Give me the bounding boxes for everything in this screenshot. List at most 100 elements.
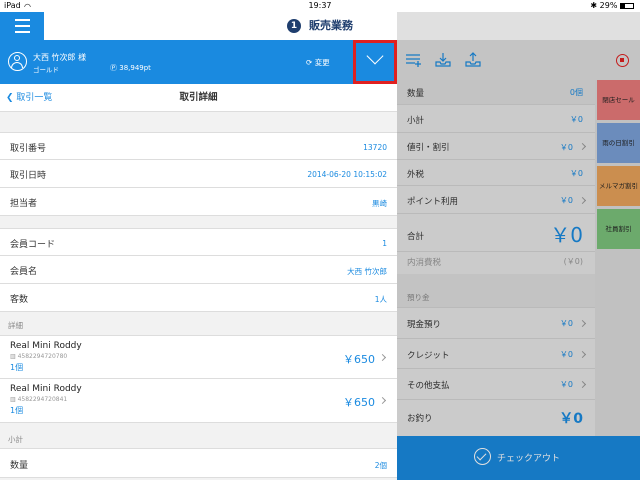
payment-label: 現金預り bbox=[407, 320, 442, 330]
summary-row-subtotal: 小計 ￥0 bbox=[397, 105, 595, 133]
change-member-button[interactable]: ⟳ 変更 bbox=[306, 57, 330, 68]
battery-status: ✱ 29% bbox=[590, 0, 634, 12]
discount-tabs: 閉店セール 雨の日割引 メルマガ割引 社員割引 bbox=[595, 80, 640, 480]
summary-label: ポイント利用 bbox=[407, 197, 459, 207]
chevron-right-icon bbox=[578, 319, 587, 328]
row-value: 黒崎 bbox=[372, 199, 387, 208]
summary-value: ￥0 bbox=[559, 196, 573, 205]
row-value: 13720 bbox=[363, 143, 387, 152]
change-label: お釣り bbox=[407, 414, 433, 424]
discount-tab-rainy-day[interactable]: 雨の日割引 bbox=[597, 123, 640, 163]
total-label: 合計 bbox=[407, 232, 425, 242]
chevron-right-icon bbox=[578, 196, 587, 205]
info-row-staff: 担当者 黒崎 bbox=[0, 188, 397, 216]
list-item[interactable]: Real Mini Roddy ▥ 4582294720841 1個 ￥650 bbox=[0, 379, 397, 423]
battery-icon bbox=[620, 3, 634, 9]
discount-tab-employee[interactable]: 社員割引 bbox=[597, 209, 640, 249]
payment-value: ￥0 bbox=[559, 319, 573, 328]
payment-value: ￥0 bbox=[559, 350, 573, 359]
payment-label: その他支払 bbox=[407, 381, 450, 391]
detail-title: 取引詳細 bbox=[179, 92, 218, 103]
info-row-transaction-number: 取引番号 13720 bbox=[0, 132, 397, 160]
payment-row-other[interactable]: その他支払 ￥0 bbox=[397, 369, 595, 400]
chevron-right-icon bbox=[378, 396, 387, 405]
info-row-member-name: 会員名 大西 竹次郎 bbox=[0, 256, 397, 284]
summary-row-change: お釣り ￥0 bbox=[397, 400, 595, 436]
info-row-member-code: 会員コード 1 bbox=[0, 228, 397, 256]
section-header-subtotal: 小計 bbox=[8, 435, 23, 444]
member-points: Ⓟ 38,949pt bbox=[110, 63, 151, 73]
page-title: 1 販売業務 bbox=[0, 12, 640, 40]
summary-label: 数量 bbox=[407, 89, 425, 99]
item-quantity: 1個 bbox=[10, 406, 24, 415]
row-value: 2個 bbox=[374, 461, 387, 470]
info-row-customer-count: 客数 1人 bbox=[0, 284, 397, 312]
total-value: ￥0 bbox=[550, 223, 583, 247]
inner-tax-value: (￥0) bbox=[563, 257, 583, 266]
info-row-transaction-datetime: 取引日時 2014-06-20 10:15:02 bbox=[0, 160, 397, 188]
deposit-section-header: 預り金 bbox=[397, 274, 595, 308]
chevron-right-icon bbox=[578, 380, 587, 389]
avatar bbox=[8, 52, 27, 71]
chevron-right-icon bbox=[378, 353, 387, 362]
row-label: 担当者 bbox=[10, 199, 38, 209]
payment-row-credit[interactable]: クレジット ￥0 bbox=[397, 339, 595, 369]
discount-tab-newsletter[interactable]: メルマガ割引 bbox=[597, 166, 640, 206]
change-member-label: 変更 bbox=[314, 58, 330, 67]
refresh-icon: ⟳ bbox=[306, 58, 313, 67]
item-code-value: 4582294720841 bbox=[17, 396, 68, 403]
summary-row-discount[interactable]: 値引・割引 ￥0 bbox=[397, 133, 595, 160]
discount-tab-closing-sale[interactable]: 閉店セール bbox=[597, 80, 640, 120]
page-title-text: 販売業務 bbox=[309, 19, 353, 32]
section-header-detail: 詳細 bbox=[8, 321, 23, 330]
row-label: 取引日時 bbox=[10, 171, 47, 181]
summary-value: ￥0 bbox=[569, 169, 583, 178]
points-icon: Ⓟ bbox=[110, 64, 117, 72]
change-value: ￥0 bbox=[559, 411, 583, 427]
summary-row-points-use[interactable]: ポイント利用 ￥0 bbox=[397, 186, 595, 214]
chevron-down-icon bbox=[366, 47, 384, 65]
summary-row-total: 合計 ￥0 bbox=[397, 214, 595, 252]
list-add-icon[interactable] bbox=[405, 52, 421, 68]
tray-upload-icon[interactable] bbox=[465, 52, 481, 68]
member-rank: ゴールド bbox=[33, 66, 59, 74]
points-value: 38,949pt bbox=[119, 64, 151, 72]
summary-value: ￥0 bbox=[559, 143, 573, 152]
chevron-right-icon bbox=[578, 350, 587, 359]
transaction-detail-panel: 大西 竹次郎 様 ゴールド Ⓟ 38,949pt ⟳ 変更 ❮ 取引一覧 取引詳… bbox=[0, 40, 397, 480]
stop-icon[interactable] bbox=[616, 54, 629, 67]
list-item[interactable]: Real Mini Roddy ▥ 4582294720780 1個 ￥650 bbox=[0, 335, 397, 379]
summary-value: ￥0 bbox=[569, 115, 583, 124]
top-nav: 1 販売業務 bbox=[0, 12, 640, 40]
barcode-icon: ▥ bbox=[10, 353, 16, 360]
item-name: Real Mini Roddy bbox=[10, 341, 82, 351]
tray-download-icon[interactable] bbox=[435, 52, 451, 68]
row-label: 数量 bbox=[10, 461, 29, 471]
deposit-section-label: 預り金 bbox=[407, 293, 430, 302]
member-bar[interactable]: 大西 竹次郎 様 ゴールド Ⓟ 38,949pt ⟳ 変更 bbox=[0, 40, 397, 84]
item-code-value: 4582294720780 bbox=[17, 353, 68, 360]
row-label: 会員コード bbox=[10, 240, 56, 250]
summary-row-inner-tax: 内消費税 (￥0) bbox=[397, 252, 595, 274]
summary-value: 0個 bbox=[569, 88, 583, 97]
payment-row-cash[interactable]: 現金預り ￥0 bbox=[397, 308, 595, 339]
item-price: ￥650 bbox=[343, 353, 375, 366]
member-name: 大西 竹次郎 様 bbox=[33, 53, 87, 62]
summary-label: 小計 bbox=[407, 116, 425, 126]
detail-header: ❮ 取引一覧 取引詳細 bbox=[0, 84, 397, 112]
info-row-quantity: 数量 2個 bbox=[0, 448, 397, 478]
payment-value: ￥0 bbox=[559, 380, 573, 389]
clock: 19:37 bbox=[308, 1, 332, 10]
item-code: ▥ 4582294720841 bbox=[10, 396, 67, 403]
step-badge: 1 bbox=[287, 19, 301, 33]
bluetooth-icon: ✱ bbox=[590, 1, 598, 10]
item-name: Real Mini Roddy bbox=[10, 384, 82, 394]
summary-label: 値引・割引 bbox=[407, 143, 450, 153]
checkout-button[interactable]: チェックアウト bbox=[397, 436, 640, 480]
payment-label: クレジット bbox=[407, 351, 450, 361]
checkout-label: チェックアウト bbox=[497, 454, 561, 464]
status-bar: iPad ◠ 19:37 ✱ 29% bbox=[0, 0, 640, 12]
row-value: 1人 bbox=[374, 295, 387, 304]
check-circle-icon bbox=[474, 448, 491, 465]
expand-member-button[interactable] bbox=[353, 40, 397, 84]
